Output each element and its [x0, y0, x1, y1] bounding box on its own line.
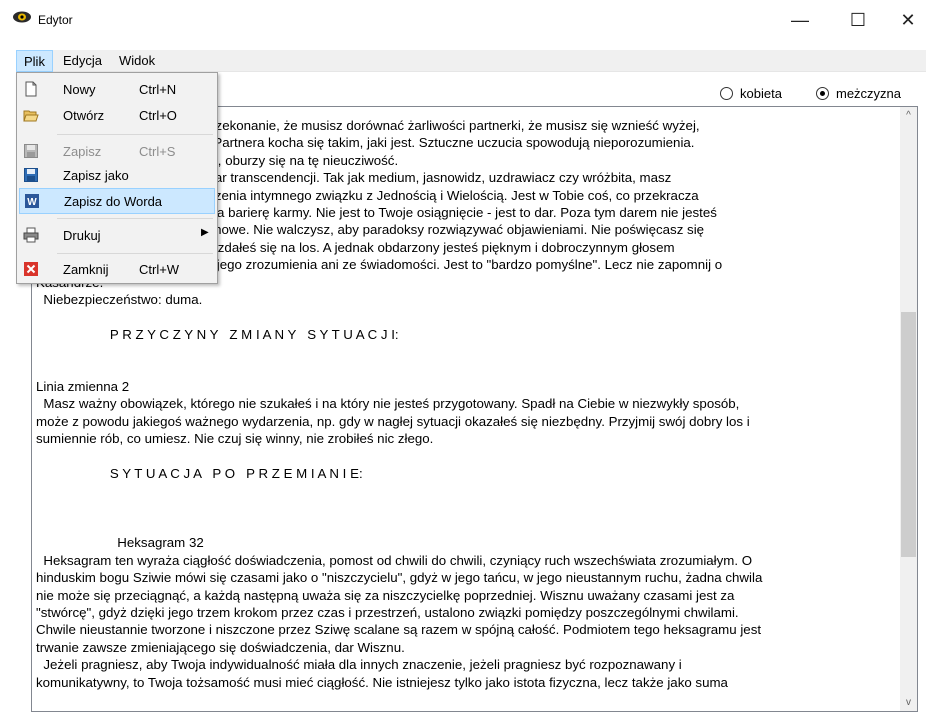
editor-line: komunikatywny, to Twoja tożsamość musi m…: [36, 674, 728, 690]
menu-item-otworz[interactable]: Otwórz Ctrl+O: [19, 103, 215, 129]
editor-line: trwanie zawsze zmieniającego się doświad…: [36, 639, 405, 655]
submenu-arrow-icon: ▶: [201, 227, 209, 238]
scroll-down-arrow-icon[interactable]: v: [900, 694, 917, 711]
radio-kobieta[interactable]: [720, 87, 733, 100]
save-as-disk-icon: [24, 168, 38, 182]
menu-shortcut: Ctrl+N: [139, 82, 177, 97]
menu-widok[interactable]: Widok: [112, 50, 162, 72]
menu-item-zapisz-do-worda[interactable]: W Zapisz do Worda: [19, 188, 215, 214]
menu-label: Otwórz: [63, 108, 105, 123]
menu-label: Zamknij: [63, 262, 109, 277]
menu-shortcut: Ctrl+O: [139, 108, 177, 123]
file-menu-dropdown: Nowy Ctrl+N Otwórz Ctrl+O Zapisz Ctrl+S …: [16, 72, 218, 284]
menu-shortcut: Ctrl+W: [139, 262, 180, 277]
menu-separator: [57, 253, 213, 254]
menu-label: Nowy: [63, 82, 96, 97]
editor-line: S Y T U A C J A P O P R Z E M I A N I E:: [36, 465, 363, 481]
printer-icon: [23, 227, 39, 243]
close-red-icon: [24, 262, 38, 276]
editor-line: sumiennie rób, co umiesz. Nie czuj się w…: [36, 431, 434, 447]
menu-item-drukuj[interactable]: Drukuj ▶: [19, 223, 215, 249]
scroll-thumb[interactable]: [901, 312, 916, 557]
app-eye-icon: [13, 11, 31, 23]
editor-line: Linia zmienna 2: [36, 378, 130, 394]
vertical-scrollbar[interactable]: ^ v: [900, 107, 917, 711]
menu-item-zamknij[interactable]: Zamknij Ctrl+W: [19, 257, 215, 283]
menu-shortcut: Ctrl+S: [139, 144, 176, 159]
svg-text:W: W: [27, 197, 37, 208]
editor-line: może z powodu jakiegoś ważnego wydarzeni…: [36, 413, 750, 429]
menu-bar: Plik Edycja Widok: [16, 50, 926, 72]
scroll-up-arrow-icon[interactable]: ^: [900, 107, 917, 124]
radio-mezczyzna[interactable]: [816, 87, 829, 100]
menu-item-zapisz-jako[interactable]: Zapisz jako: [19, 163, 215, 189]
maximize-button[interactable]: ☐: [835, 0, 881, 40]
editor-line: hinduskim bogu Sziwie mówi się czasami j…: [36, 570, 763, 586]
editor-line: Chwile nieustannie tworzone i niszczone …: [36, 622, 762, 638]
save-disk-icon: [24, 144, 38, 158]
editor-line: Jeżeli pragniesz, aby Twoja indywidualno…: [36, 657, 682, 673]
menu-separator: [57, 134, 213, 135]
new-document-icon: [25, 81, 37, 97]
open-folder-icon: [23, 110, 39, 122]
editor-line: Heksagram 32: [36, 535, 204, 551]
radio-kobieta-label: kobieta: [740, 86, 782, 101]
menu-label: Zapisz do Worda: [64, 194, 163, 209]
menu-item-nowy[interactable]: Nowy Ctrl+N: [19, 77, 215, 103]
window-title: Edytor: [38, 13, 73, 27]
title-bar: Edytor — ☐ ✕: [0, 0, 932, 40]
menu-label: Drukuj: [63, 228, 101, 243]
editor-line: Masz ważny obowiązek, którego nie szukał…: [36, 396, 740, 412]
menu-separator: [57, 218, 213, 219]
menu-edycja[interactable]: Edycja: [56, 50, 109, 72]
minimize-button[interactable]: —: [777, 0, 823, 40]
editor-line: Niebezpieczeństwo: duma.: [36, 291, 203, 307]
radio-mezczyzna-label: meżczyzna: [836, 86, 902, 101]
menu-item-zapisz[interactable]: Zapisz Ctrl+S: [19, 139, 215, 165]
editor-line: P R Z Y C Z Y N Y Z M I A N Y S Y T U A …: [36, 326, 399, 342]
close-button[interactable]: ✕: [885, 0, 931, 40]
menu-plik[interactable]: Plik: [16, 50, 53, 72]
editor-line: "stwórcę", gdyż dzięki jego trzem krokom…: [36, 604, 739, 620]
editor-line: Heksagram ten wyraża ciągłość doświadcze…: [36, 552, 753, 568]
menu-label: Zapisz: [63, 144, 102, 159]
menu-label: Zapisz jako: [63, 168, 129, 183]
word-icon: W: [25, 194, 39, 208]
editor-line: nie może się przeciągnąć, a każdą następ…: [36, 587, 735, 603]
